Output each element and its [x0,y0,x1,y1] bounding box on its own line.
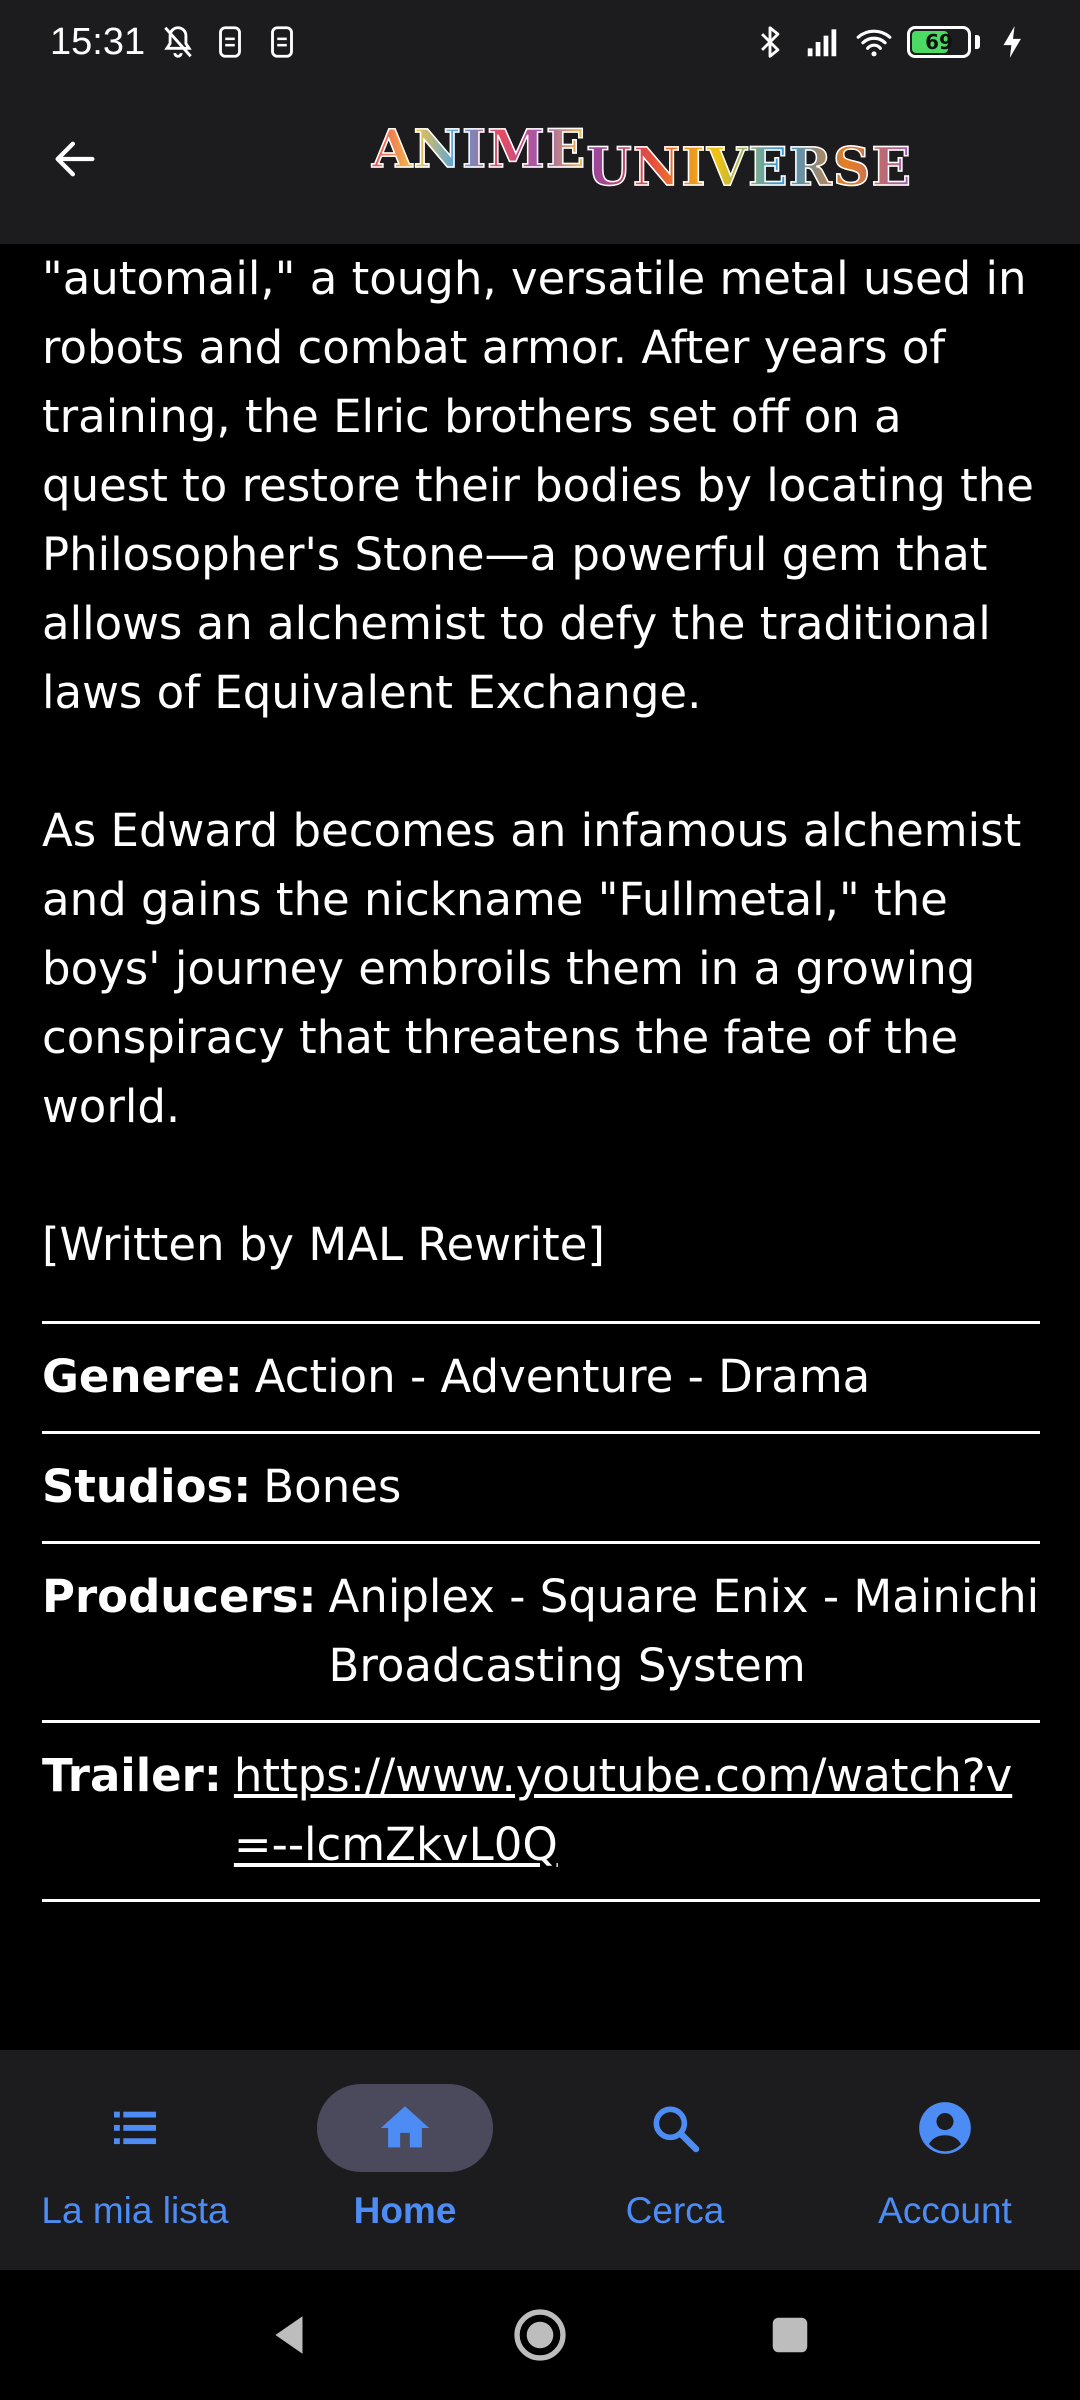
list-icon [114,2111,156,2145]
studios-row: Studios: Bones [42,1431,1040,1541]
nav-item-search[interactable]: Cerca [540,2050,810,2270]
nav-item-my-list[interactable]: La mia lista [0,2050,270,2270]
account-circle-icon [919,2102,971,2154]
nav-icon-container [587,2084,763,2172]
system-home-button[interactable] [510,2305,570,2365]
system-back-button[interactable] [260,2305,320,2365]
genre-value: Action - Adventure - Drama [254,1350,871,1403]
nav-label-account: Account [878,2190,1012,2231]
sim-icon [219,26,242,58]
app-logo: ANIME UNIVERSE [371,119,912,200]
status-left: 15:31 [50,21,301,64]
trailer-row: Trailer: https://www.youtube.com/watch?v… [42,1720,1040,1902]
app-bar: ANIME UNIVERSE [0,84,1080,244]
battery-icon: 69 [907,26,971,58]
system-recents-button[interactable] [760,2305,820,2365]
bell-off-icon [164,26,192,58]
status-bar: 15:31 69 [0,0,1080,84]
wifi-icon [856,29,892,57]
synopsis-credit: [Written by MAL Rewrite] [42,1218,605,1271]
logo-universe: UNIVERSE [586,137,912,198]
producers-label: Producers: [42,1570,317,1623]
trailer-label: Trailer: [42,1749,222,1802]
producers-row: Producers: Aniplex - Square Enix - Maini… [42,1541,1040,1720]
battery-tip [975,35,980,49]
synopsis-paragraph: "automail," a tough, versatile metal use… [42,252,1034,719]
nav-icon-container [857,2084,1033,2172]
square-recents-icon [772,2317,808,2353]
anime-detail-content: "automail," a tough, versatile metal use… [42,244,1040,1902]
signal-icon [807,29,837,57]
genre-row: Genere: Action - Adventure - Drama [42,1321,1040,1431]
synopsis-paragraph: As Edward becomes an infamous alchemist … [42,804,1022,1133]
nav-label-search: Cerca [625,2190,725,2231]
logo-anime: ANIME [371,119,587,180]
status-time: 15:31 [50,20,146,63]
home-icon [380,2106,430,2148]
genre-label: Genere: [42,1350,243,1403]
search-icon [653,2106,700,2153]
studios-label: Studios: [42,1460,252,1513]
bluetooth-icon [761,26,780,58]
nav-label-my-list: La mia lista [41,2190,229,2231]
arrow-left-icon [55,141,95,177]
charging-icon [1003,26,1021,58]
system-navigation-bar [0,2270,1080,2400]
sim-icon [271,26,294,58]
nav-label-home: Home [353,2190,457,2231]
circle-home-icon [514,2309,566,2361]
nav-icon-container [47,2084,223,2172]
nav-item-home[interactable]: Home [270,2050,540,2270]
battery-level: 69 [925,30,953,54]
nav-item-account[interactable]: Account [810,2050,1080,2270]
triangle-back-icon [275,2316,303,2354]
nav-icon-container-active [317,2084,493,2172]
studios-value: Bones [263,1460,402,1513]
back-button[interactable] [40,124,110,194]
trailer-link[interactable]: https://www.youtube.com/watch?v=--lcmZkv… [234,1749,1012,1871]
trailer-value: https://www.youtube.com/watch?v=--lcmZkv… [234,1741,1040,1879]
bottom-navigation: La mia lista Home Cerca Account [0,2050,1080,2270]
producers-value: Aniplex - Square Enix - Mainichi Broadca… [328,1570,1040,1692]
status-right: 69 [751,23,1032,61]
